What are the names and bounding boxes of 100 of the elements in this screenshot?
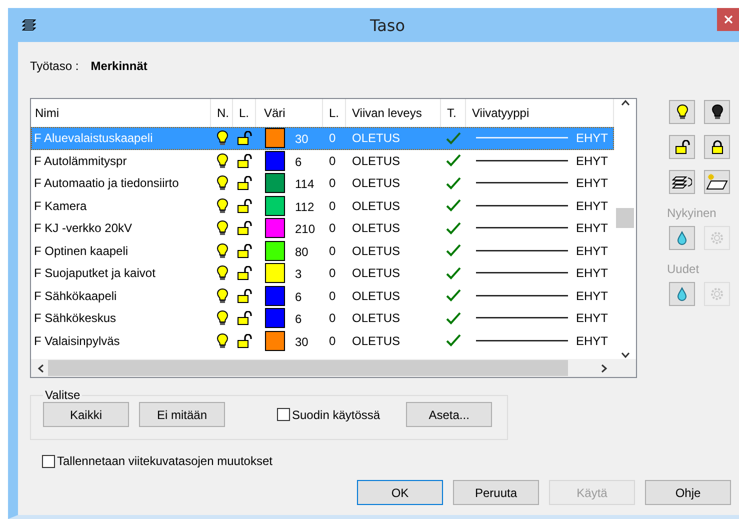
work-layer-value: Merkinnät <box>90 59 148 73</box>
column-header[interactable]: L. <box>329 106 340 120</box>
column-header[interactable]: Väri <box>264 106 286 120</box>
table-cell: 112 <box>295 200 314 214</box>
checkmark-icon <box>446 222 461 235</box>
table-cell: 30 <box>295 334 308 349</box>
table-cell-text: 0 <box>328 131 337 146</box>
table-cell: EHYT <box>576 288 608 303</box>
tool-button[interactable] <box>704 135 730 159</box>
color-swatch[interactable] <box>265 240 285 261</box>
vertical-scrollbar[interactable] <box>614 99 636 359</box>
table-cell: EHYT <box>576 154 608 168</box>
work-layer-label: Työtaso : <box>30 59 79 73</box>
table-row[interactable]: F Optinen kaapeli 80 0 OLETUS EHYT <box>31 240 614 262</box>
table-row[interactable]: F Sähkökaapeli 6 0 OLETUS EHYT <box>31 284 614 307</box>
set-button[interactable]: Aseta... <box>406 402 492 427</box>
table-cell: EHYT <box>576 311 608 326</box>
table-cell: 30 <box>295 132 308 146</box>
drop-icon <box>677 287 687 301</box>
table-cell-text: F KJ -verkko 20kV <box>33 221 134 236</box>
checkbox-label: Tallennetaan viitekuvatasojen muutokset <box>57 454 272 468</box>
checkbox[interactable] <box>42 454 55 468</box>
table-cell-text: 0 <box>328 334 337 348</box>
tool-button[interactable] <box>704 100 730 124</box>
table-cell-text: OLETUS <box>351 334 402 348</box>
close-button[interactable] <box>717 8 739 31</box>
color-swatch[interactable] <box>265 286 285 306</box>
table-cell-text: OLETUS <box>351 154 402 168</box>
scroll-thumb[interactable] <box>48 360 568 376</box>
table-cell: 3 <box>295 267 302 282</box>
column-header[interactable]: Viivatyyppi <box>472 106 530 120</box>
column-header[interactable]: N. <box>217 106 229 120</box>
color-swatch[interactable] <box>265 330 285 351</box>
color-swatch[interactable] <box>265 196 285 216</box>
select-button[interactable]: Kaikki <box>43 402 129 427</box>
table-row[interactable]: F Kamera 112 0 OLETUS EHYT <box>31 194 614 217</box>
color-swatch[interactable] <box>265 308 285 328</box>
checkmark-icon <box>446 334 461 348</box>
section-label: Nykyinen <box>667 206 718 220</box>
group-title: Valitse <box>44 388 82 402</box>
color-swatch[interactable] <box>265 150 285 171</box>
gear-icon <box>709 230 725 246</box>
select-button[interactable]: Ei mitään <box>139 402 225 427</box>
table-cell-text: OLETUS <box>351 221 402 236</box>
table-cell-text: OLETUS <box>351 131 402 146</box>
table-row[interactable]: F Autolämmityspr 6 0 OLETUS EHYT <box>31 150 614 172</box>
window-title: Taso <box>370 16 406 34</box>
dialog-button[interactable]: OK <box>357 480 443 505</box>
open-lock-icon <box>674 140 690 154</box>
color-swatch[interactable] <box>265 128 285 148</box>
drop-icon <box>677 231 687 245</box>
table-row[interactable]: F Valaisinpylväs 30 0 OLETUS EHYT <box>31 330 614 352</box>
lightbulb-icon <box>216 220 228 236</box>
column-header[interactable]: T. <box>447 106 456 120</box>
table-cell: EHYT <box>576 221 608 236</box>
table-cell: 6 <box>295 290 302 304</box>
scroll-thumb[interactable] <box>616 208 634 228</box>
horizontal-scrollbar[interactable] <box>31 359 636 377</box>
table-cell-text: OLETUS <box>351 198 402 213</box>
layers-icon <box>672 174 692 190</box>
checkbox[interactable] <box>277 408 290 421</box>
table-cell-text: 0 <box>328 311 337 326</box>
table-cell-text: OLETUS <box>351 288 402 303</box>
color-swatch[interactable] <box>265 263 285 284</box>
color-swatch[interactable] <box>265 218 285 238</box>
table-row[interactable]: F KJ -verkko 20kV 210 0 OLETUS EHYT <box>31 217 614 240</box>
table-cell: 6 <box>295 154 302 169</box>
table-cell: EHYT <box>576 244 608 258</box>
table-cell: 80 <box>295 244 308 259</box>
column-header[interactable]: Viivan leveys <box>352 106 422 120</box>
table-cell-text: F Automaatio ja tiedonsiirto <box>33 176 180 190</box>
checkmark-icon <box>446 132 461 145</box>
table-cell-text: OLETUS <box>351 266 402 280</box>
tool-button[interactable] <box>669 170 695 194</box>
tool-button[interactable] <box>669 100 695 124</box>
column-header[interactable]: Nimi <box>35 106 59 120</box>
table-cell: EHYT <box>576 176 608 190</box>
tool-button[interactable] <box>704 170 730 194</box>
table-cell-text: F Optinen kaapeli <box>33 244 130 258</box>
checkmark-icon <box>446 176 461 190</box>
dark-lightbulb-icon <box>710 104 724 120</box>
open-lock-icon <box>237 221 252 236</box>
open-lock-icon <box>237 288 252 303</box>
lightbulb-icon <box>216 288 228 304</box>
column-header[interactable]: L. <box>239 106 250 120</box>
table-row[interactable]: F Suojaputket ja kaivot 3 0 OLETUS EHYT <box>31 262 614 284</box>
open-lock-icon <box>237 334 252 348</box>
table-row[interactable]: F Sähkökeskus 6 0 OLETUS EHYT <box>31 307 614 330</box>
table-cell-text: F Aluevalaistuskaapeli <box>33 131 154 146</box>
table-cell: EHYT <box>576 198 608 213</box>
dialog-button[interactable]: Ohje <box>645 480 731 505</box>
lock-icon <box>710 140 724 154</box>
lightbulb-icon <box>216 152 228 169</box>
color-swatch[interactable] <box>265 173 285 194</box>
table-cell: EHYT <box>576 334 608 348</box>
table-row[interactable]: F Automaatio ja tiedonsiirto 114 0 OLETUS EHYT <box>31 172 614 194</box>
open-lock-icon <box>237 131 252 146</box>
open-lock-icon <box>237 176 252 190</box>
tool-button[interactable] <box>669 135 695 159</box>
dialog-button[interactable]: Peruuta <box>453 480 539 505</box>
